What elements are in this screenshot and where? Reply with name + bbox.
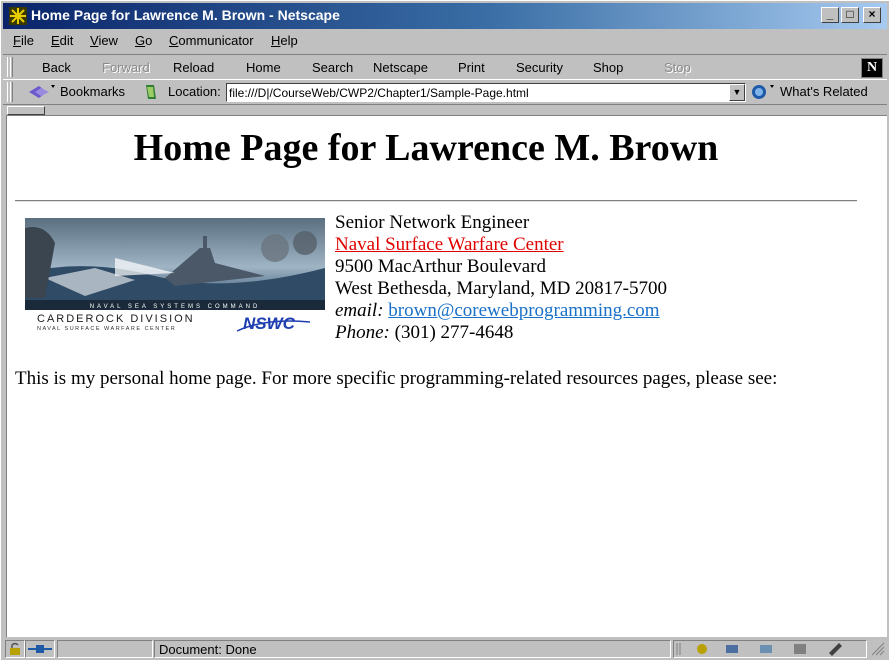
window-title: Home Page for Lawrence M. Brown - Netsca… (31, 7, 340, 23)
location-input[interactable]: file:///D|/CourseWeb/CWP2/Chapter1/Sampl… (226, 83, 746, 102)
shop-button[interactable]: Shop (593, 60, 623, 75)
page-heading: Home Page for Lawrence M. Brown (133, 127, 719, 169)
city-address: West Bethesda, Maryland, MD 20817-5700 (335, 278, 667, 299)
minimize-button[interactable]: _ (821, 7, 839, 23)
bookmarks-label[interactable]: Bookmarks (60, 84, 125, 99)
location-grip[interactable] (7, 82, 13, 102)
whats-related-label[interactable]: What's Related (780, 84, 868, 99)
page-proxy-icon[interactable] (142, 83, 160, 101)
whats-related-icon[interactable] (750, 83, 778, 101)
stop-button[interactable]: Stop (664, 60, 691, 75)
intro-paragraph: This is my personal home page. For more … (15, 368, 778, 389)
toolbar-tab-strip (3, 104, 887, 115)
security-lock-icon[interactable] (5, 640, 25, 658)
bookmarks-icon[interactable] (27, 83, 57, 101)
email-label: email: (335, 300, 384, 321)
menu-bar: File Edit View Go Communicator Help (3, 31, 887, 51)
organization-link[interactable]: Naval Surface Warfare Center (335, 234, 564, 255)
navigator-icon (697, 644, 707, 654)
menu-file[interactable]: File (13, 33, 34, 48)
nswc-banner-image: NAVAL SEA SYSTEMS COMMAND CARDEROCK DIVI… (25, 218, 325, 333)
page-content: Home Page for Lawrence M. Brown NAVAL SE… (6, 115, 887, 637)
location-toolbar: Bookmarks Location: file:///D|/CourseWeb… (3, 81, 887, 103)
edit-icon (829, 643, 842, 656)
resize-grip-icon[interactable] (869, 640, 885, 658)
progress-box (57, 640, 153, 658)
banner-line-3: NAVAL SURFACE WARFARE CENTER (37, 326, 176, 332)
reload-button[interactable]: Reload (173, 60, 214, 75)
phone-label: Phone: (335, 322, 390, 343)
job-title: Senior Network Engineer (335, 212, 530, 233)
banner-line-2: CARDEROCK DIVISION (37, 313, 195, 325)
status-text: Document: Done (159, 642, 257, 657)
menu-view[interactable]: View (90, 33, 118, 48)
navigation-toolbar: Back Forward Reload Home Search Netscape… (3, 54, 887, 80)
street-address: 9500 MacArthur Boulevard (335, 256, 547, 277)
component-bar (673, 640, 867, 658)
status-bar: Document: Done (3, 638, 887, 660)
title-bar[interactable]: Home Page for Lawrence M. Brown - Netsca… (3, 3, 887, 29)
collapsed-toolbar-tab[interactable] (7, 106, 45, 115)
search-button[interactable]: Search (312, 60, 353, 75)
location-label: Location: (168, 84, 221, 99)
phone-number: (301) 277-4648 (394, 322, 514, 343)
status-text-box: Document: Done (154, 640, 671, 658)
maximize-button[interactable]: □ (841, 7, 859, 23)
mail-icon (726, 645, 738, 653)
banner-line-1: NAVAL SEA SYSTEMS COMMAND (90, 304, 261, 310)
horizontal-rule (15, 200, 857, 202)
netscape-button[interactable]: Netscape (373, 60, 428, 75)
component-grip-icon (676, 643, 681, 655)
forward-button[interactable]: Forward (102, 60, 150, 75)
browser-window: Home Page for Lawrence M. Brown - Netsca… (0, 0, 890, 661)
composer-icon (794, 644, 806, 654)
back-button[interactable]: Back (42, 60, 71, 75)
home-button[interactable]: Home (246, 60, 281, 75)
close-button[interactable]: × (863, 7, 881, 23)
menu-go[interactable]: Go (135, 33, 152, 48)
netscape-icon (9, 7, 27, 25)
nswc-logo: NSWC (243, 314, 296, 333)
menu-help[interactable]: Help (271, 33, 298, 48)
contact-info: Senior Network Engineer Naval Surface Wa… (335, 212, 667, 344)
security-button[interactable]: Security (516, 60, 563, 75)
newsgroups-icon (760, 645, 772, 653)
connection-icon[interactable] (25, 640, 55, 658)
netscape-logo-icon[interactable]: N (861, 58, 883, 78)
print-button[interactable]: Print (458, 60, 485, 75)
toolbar-grip[interactable] (7, 57, 13, 77)
location-dropdown-button[interactable]: ▼ (729, 84, 745, 101)
menu-edit[interactable]: Edit (51, 33, 73, 48)
menu-communicator[interactable]: Communicator (169, 33, 254, 48)
email-link[interactable]: brown@corewebprogramming.com (388, 300, 659, 321)
